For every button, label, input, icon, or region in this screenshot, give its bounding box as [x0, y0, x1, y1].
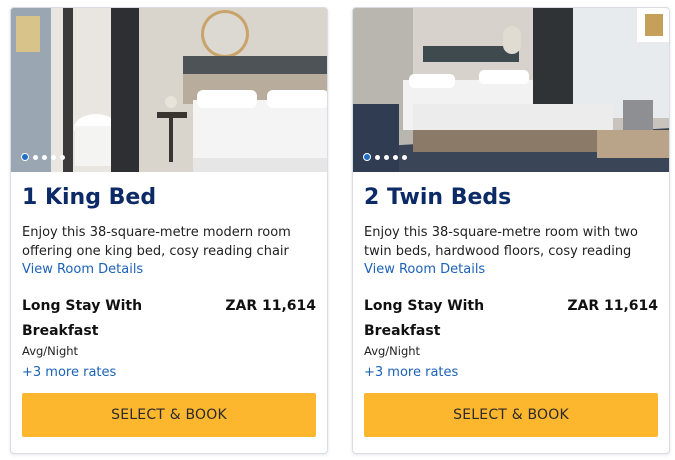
rate-row: Long Stay With Breakfast ZAR 11,614	[22, 294, 316, 343]
room-card-king: 1 King Bed Enjoy this 38-square-metre mo…	[10, 7, 328, 454]
rate-name: Long Stay With Breakfast	[22, 298, 143, 339]
carousel-dot[interactable]	[33, 154, 38, 160]
room-price: ZAR 11,614	[225, 298, 316, 314]
view-room-details-link[interactable]: View Room Details	[364, 261, 658, 279]
room-description: Enjoy this 38-square-metre modern room o…	[22, 225, 291, 259]
select-book-button[interactable]: SELECT & BOOK	[364, 393, 658, 437]
carousel-dot[interactable]	[384, 154, 389, 160]
carousel-dots	[21, 153, 65, 161]
carousel-dot[interactable]	[402, 154, 407, 160]
room-photo-king	[11, 8, 327, 172]
more-rates-link[interactable]: +3 more rates	[364, 364, 658, 382]
room-title: 1 King Bed	[22, 185, 157, 210]
room-card-content: 2 Twin Beds Enjoy this 38-square-metre r…	[353, 172, 669, 453]
rate-name: Long Stay With Breakfast	[364, 298, 485, 339]
room-card-content: 1 King Bed Enjoy this 38-square-metre mo…	[11, 172, 327, 453]
carousel-dot-active[interactable]	[21, 153, 29, 161]
carousel-dots	[363, 153, 407, 161]
room-photo-carousel[interactable]	[11, 8, 327, 172]
price-unit: Avg/Night	[364, 344, 421, 358]
rate-row: Long Stay With Breakfast ZAR 11,614	[364, 294, 658, 343]
select-book-button[interactable]: SELECT & BOOK	[22, 393, 316, 437]
room-description: Enjoy this 38-square-metre room with two…	[364, 225, 639, 259]
carousel-dot[interactable]	[42, 154, 47, 160]
price-unit: Avg/Night	[22, 344, 79, 358]
room-photo-twin	[353, 8, 669, 172]
room-title: 2 Twin Beds	[364, 185, 512, 210]
room-card-twin: 2 Twin Beds Enjoy this 38-square-metre r…	[352, 7, 670, 454]
carousel-dot[interactable]	[375, 154, 380, 160]
room-price: ZAR 11,614	[567, 298, 658, 314]
carousel-dot[interactable]	[60, 154, 65, 160]
view-room-details-link[interactable]: View Room Details	[22, 261, 316, 279]
carousel-dot[interactable]	[393, 154, 398, 160]
room-photo-carousel[interactable]	[353, 8, 669, 172]
carousel-dot[interactable]	[51, 154, 56, 160]
more-rates-link[interactable]: +3 more rates	[22, 364, 316, 382]
carousel-dot-active[interactable]	[363, 153, 371, 161]
